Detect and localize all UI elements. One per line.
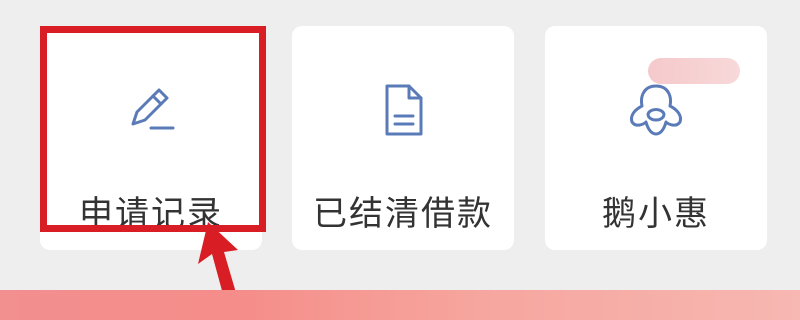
e-xiaohui-label: 鹅小惠 xyxy=(602,194,710,234)
document-icon xyxy=(385,84,423,136)
blurred-badge xyxy=(648,58,740,84)
highlight-box xyxy=(40,26,266,232)
penguin-icon xyxy=(630,84,682,136)
bottom-banner xyxy=(0,290,800,320)
settled-loans-label: 已结清借款 xyxy=(313,194,493,234)
settled-loans-card[interactable]: 已结清借款 xyxy=(292,26,514,250)
